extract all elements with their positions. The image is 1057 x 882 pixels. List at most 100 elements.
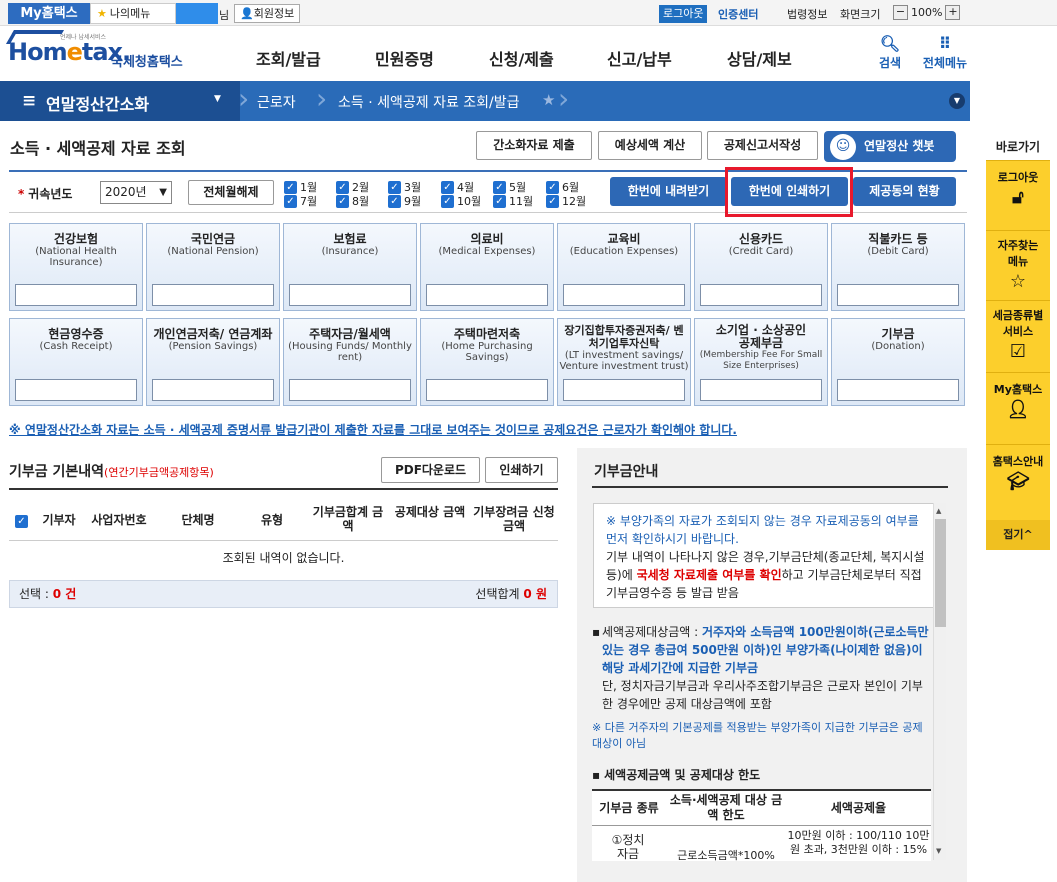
gnb-report[interactable]: 신고/납부 xyxy=(607,46,672,70)
quick-myhometax[interactable]: My홈택스 👤︎ xyxy=(986,372,1050,444)
card-home-purchasing[interactable]: 주택마련저축 (Home Purchasing Savings) xyxy=(420,318,554,406)
bullet-icon: ▪ xyxy=(592,625,601,639)
chatbot-button[interactable]: ☺ 연말정산 챗봇 xyxy=(824,131,956,162)
card-donation[interactable]: 기부금 (Donation) xyxy=(831,318,965,406)
amount-field xyxy=(15,379,137,401)
amount-field xyxy=(700,284,822,306)
quick-tax-services[interactable]: 세금종류별 서비스 ☑ xyxy=(986,300,1050,372)
guide-rate-table: 기부금 종류 소득·세액공제 대상 금액 한도 세액공제율 ①정치 자금 근로소… xyxy=(592,789,931,862)
print-button[interactable]: 인쇄하기 xyxy=(485,457,558,483)
amount-field xyxy=(563,379,685,401)
amount-field xyxy=(700,379,822,401)
card-debit-card[interactable]: 직불카드 등 (Debit Card) xyxy=(831,223,965,311)
chevron-right-icon: › xyxy=(558,82,570,115)
hometax-logo[interactable]: 언제나 납세서비스 Hometax. 국세청홈택스 xyxy=(5,30,188,72)
col-bizno: 사업자번호 xyxy=(91,513,147,527)
section-title[interactable]: 연말정산간소화 xyxy=(46,91,149,115)
scrollbar[interactable]: ▲ ▼ xyxy=(933,503,946,860)
month-checkbox-11[interactable]: ✓ 11월 xyxy=(493,193,533,209)
th-limit: 소득·세액공제 대상 금액 한도 xyxy=(669,793,783,822)
quick-fold-button[interactable]: 접기^ xyxy=(986,520,1050,550)
law-info-link[interactable]: 법령정보 xyxy=(787,6,827,22)
breadcrumb-current[interactable]: 소득 · 세액공제 자료 조회/발급 xyxy=(338,92,520,112)
guide-text-1: ▪ 세액공제대상금액 : 거주자와 소득금액 100만원이하(근로소득만 있는 … xyxy=(592,625,929,711)
estimate-tax-button[interactable]: 예상세액 계산 xyxy=(598,131,702,160)
card-housing-funds[interactable]: 주택자금/월세액 (Housing Funds/ Monthly rent) xyxy=(283,318,417,406)
user-name-box xyxy=(176,3,218,24)
member-info-button[interactable]: 👤회원정보 xyxy=(234,4,301,23)
card-cash-receipt[interactable]: 현금영수증 (Cash Receipt) xyxy=(9,318,143,406)
zoom-out-button[interactable]: − xyxy=(893,5,908,20)
hamburger-icon[interactable]: ≡ xyxy=(22,91,36,111)
td-limit: 근로소득금액*100% xyxy=(677,849,775,862)
month-checkbox-8[interactable]: ✓ 8월 xyxy=(336,193,369,209)
td-rate: 10만원 이하 : 100/110 10만원 초과, 3천만원 이하 : 15% xyxy=(787,829,930,856)
zoom-level: 100% xyxy=(911,6,943,19)
amount-field xyxy=(837,379,959,401)
member-info-label: 회원정보 xyxy=(253,7,295,20)
all-menu-nav[interactable]: ⠿ 전체메뉴 xyxy=(917,34,973,71)
logout-button[interactable]: 로그아웃 xyxy=(659,5,708,23)
zoom-in-button[interactable]: + xyxy=(945,5,961,20)
card-medical[interactable]: 의료비 (Medical Expenses) xyxy=(420,223,554,311)
cert-center-link[interactable]: 인증센터 xyxy=(718,6,758,22)
circle-down-icon[interactable]: ▼ xyxy=(949,93,965,109)
quick-logout[interactable]: 로그아웃 🔓︎ xyxy=(986,160,1050,230)
checkbox-icon: ☑ xyxy=(1009,341,1027,362)
my-menu-label: 나의메뉴 xyxy=(109,7,151,20)
amount-field xyxy=(152,284,274,306)
card-small-enterprise[interactable]: 소기업 · 소상공인 공제부금 (Membership Fee For Small… xyxy=(694,318,828,406)
notice-text[interactable]: ※ 연말정산간소화 자료는 소득 · 세액공제 증명서류 발급기관이 제출한 자… xyxy=(9,421,737,438)
gnb-apply[interactable]: 신청/제출 xyxy=(489,46,554,70)
myhome-tab[interactable]: My홈택스 xyxy=(8,3,90,24)
month-checkbox-12[interactable]: ✓ 12월 xyxy=(546,193,586,209)
card-pension-savings[interactable]: 개인연금저축/ 연금계좌 (Pension Savings) xyxy=(146,318,280,406)
user-icon: 👤︎ xyxy=(1006,399,1030,420)
amount-field xyxy=(426,284,548,306)
month-checkbox-9[interactable]: ✓ 9월 xyxy=(388,193,421,209)
gnb-inquiry[interactable]: 조회/발급 xyxy=(256,46,321,70)
gnb-civil[interactable]: 민원증명 xyxy=(375,46,434,70)
select-all-checkbox[interactable]: ✓ xyxy=(15,513,28,528)
grid-icon: ⠿ xyxy=(938,34,952,53)
quick-links: 바로가기 로그아웃 🔓︎ 자주찾는 메뉴 ☆ 세금종류별 서비스 ☑ My홈택스 👤︎ … xyxy=(986,138,1050,550)
breadcrumb-worker[interactable]: 근로자 xyxy=(257,92,296,112)
amount-field xyxy=(426,379,548,401)
select-count: 선택 : 0 건 xyxy=(19,587,77,601)
amount-field xyxy=(15,284,137,306)
star-outline-icon: ☆ xyxy=(1009,271,1027,292)
write-report-button[interactable]: 공제신고서작성 xyxy=(707,131,818,160)
col-total: 기부금합계 금액 xyxy=(312,505,384,533)
donation-table xyxy=(9,488,558,490)
search-nav[interactable]: 🔍︎ 검색 xyxy=(872,34,908,71)
quick-guide[interactable]: 홈택스안내 🎓︎ xyxy=(986,444,1050,520)
card-insurance[interactable]: 보험료 (Insurance) xyxy=(283,223,417,311)
amount-field xyxy=(563,284,685,306)
guide-subtitle: ▪ 세액공제금액 및 공제대상 한도 xyxy=(592,768,761,782)
month-checkbox-7[interactable]: ✓ 7월 xyxy=(284,193,317,209)
card-credit-card[interactable]: 신용카드 (Credit Card) xyxy=(694,223,828,311)
empty-message: 조회된 내역이 없습니다. xyxy=(9,540,558,575)
guide-notice-line1: ※ 부양가족의 자료가 조회되지 않는 경우 자료제공동의 여부를 먼저 확인하… xyxy=(606,514,919,546)
dropdown-triangle-icon[interactable]: ▼ xyxy=(214,94,221,104)
favorite-star-icon[interactable]: ★ xyxy=(542,91,555,109)
gnb-consult[interactable]: 상담/제보 xyxy=(727,46,792,70)
agreement-status-button[interactable]: 제공동의 현황 xyxy=(853,177,956,206)
page-title: 소득 · 세액공제 자료 조회 xyxy=(10,139,186,158)
year-select[interactable]: 2020년 ▼ xyxy=(100,181,172,204)
my-menu-button[interactable]: ★ 나의메뉴 xyxy=(90,3,176,24)
star-icon: ★ xyxy=(97,7,107,20)
pdf-download-button[interactable]: PDF다운로드 xyxy=(381,457,480,483)
quick-favorites[interactable]: 자주찾는 메뉴 ☆ xyxy=(986,230,1050,300)
card-lt-investment[interactable]: 장기집합투자증권저축/ 벤처기업투자신탁 (LT investment savin… xyxy=(557,318,691,406)
month-checkbox-10[interactable]: ✓ 10월 xyxy=(441,193,481,209)
clear-months-button[interactable]: 전체월해제 xyxy=(188,180,274,205)
guide-divider xyxy=(592,486,948,488)
download-all-button[interactable]: 한번에 내려받기 xyxy=(610,177,727,206)
col-org: 단체명 xyxy=(181,513,215,527)
guide-notice-line2: 기부 내역이 나타나지 않은 경우,기부금단체(종교단체, 복지시설 등)에 국… xyxy=(606,550,925,600)
card-national-pension[interactable]: 국민연금 (National Pension) xyxy=(146,223,280,311)
submit-simplified-button[interactable]: 간소화자료 제출 xyxy=(476,131,592,160)
card-health-insurance[interactable]: 건강보험 (National Health Insurance) xyxy=(9,223,143,311)
card-education[interactable]: 교육비 (Education Expenses) xyxy=(557,223,691,311)
